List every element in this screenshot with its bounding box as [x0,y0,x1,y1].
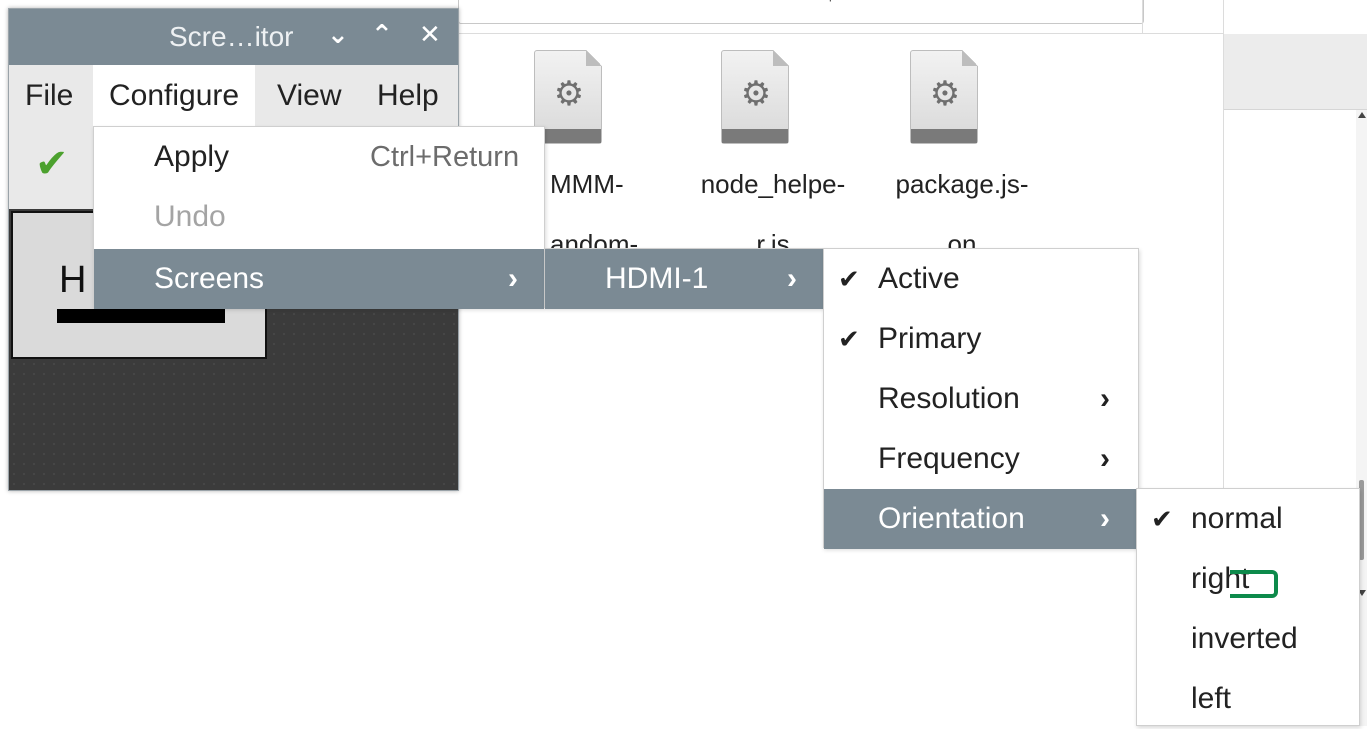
close-icon[interactable]: ✕ [419,19,441,50]
menu-item-active[interactable]: ✔ Active [824,249,1138,309]
menu-item-resolution[interactable]: Resolution › [824,369,1138,429]
menu-item-screens[interactable]: Screens › [94,249,544,309]
menu-item-hdmi-1[interactable]: HDMI-1 › [545,249,823,309]
menu-item-primary[interactable]: ✔ Primary [824,309,1138,369]
menu-configure[interactable]: Configure [93,65,256,127]
menu-item-orientation[interactable]: Orientation › [824,489,1138,549]
checkmark-icon[interactable]: ✔ [35,141,69,187]
chevron-right-icon: › [508,262,518,295]
minimize-icon[interactable]: ⌄ [327,19,349,50]
monitor-bar [57,309,225,323]
divider [458,33,1224,34]
title-bar[interactable]: Scre…itor ⌄ ⌃ ✕ [9,9,458,65]
chevron-right-icon: › [1100,382,1110,415]
pointer-highlight [1230,570,1278,598]
screens-menu: HDMI-1 › [545,248,824,309]
menu-item-left[interactable]: left [1137,669,1359,729]
configure-menu: Apply Ctrl+Return Undo Screens › [93,126,545,309]
menu-help[interactable]: Help [361,65,455,127]
settings-file-icon: ⚙ [721,50,789,144]
chevron-right-icon: › [1100,502,1110,535]
chevron-right-icon: › [1100,442,1110,475]
settings-file-icon: ⚙ [910,50,978,144]
menu-bar: File Configure View Help [9,65,458,127]
scroll-up-icon[interactable] [1358,112,1366,118]
side-panel-header [1224,34,1367,110]
chevron-right-icon: › [787,262,797,295]
monitor-label: H [59,259,87,301]
check-icon: ✔ [1151,504,1173,534]
path-bar-text: ' [829,0,832,11]
maximize-icon[interactable]: ⌃ [371,19,393,50]
divider [1142,0,1143,34]
menu-item-frequency[interactable]: Frequency › [824,429,1138,489]
menu-view[interactable]: View [261,65,357,127]
menu-item-undo: Undo [154,200,226,233]
menu-file[interactable]: File [9,65,89,127]
check-icon: ✔ [838,264,860,294]
check-icon: ✔ [838,324,860,354]
path-bar[interactable]: ' [458,0,1144,24]
menu-item-inverted[interactable]: inverted [1137,609,1359,669]
menu-item-apply[interactable]: Apply Ctrl+Return [94,127,544,187]
window-title: Scre…itor [169,21,294,52]
shortcut-label: Ctrl+Return [370,141,520,173]
hdmi-menu: ✔ Active ✔ Primary Resolution › Frequenc… [823,248,1139,549]
orientation-menu: ✔ normal right inverted left [1136,488,1360,726]
menu-item-normal[interactable]: ✔ normal [1137,489,1359,549]
